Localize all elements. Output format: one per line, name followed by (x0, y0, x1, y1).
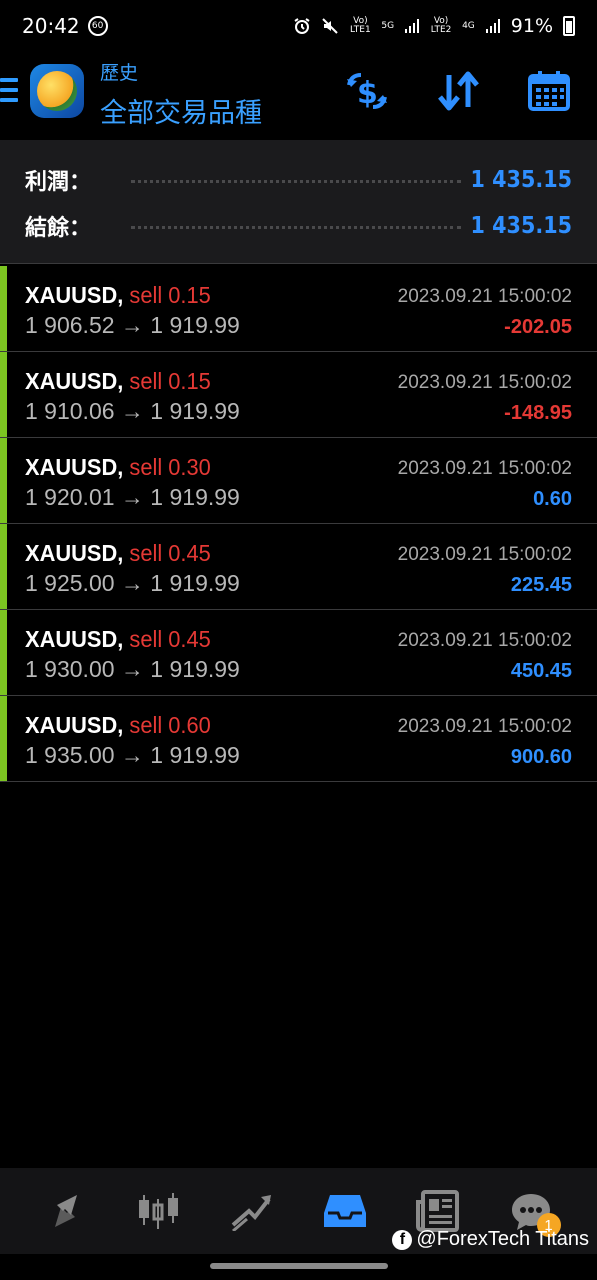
trade-row[interactable]: XAUUSD, sell 0.15 1 910.06 → 1 919.99 20… (0, 352, 597, 438)
trade-indicator-bar (0, 438, 7, 523)
trade-type: sell 0.45 (129, 626, 211, 652)
lte2-indicator: Vo) LTE2 (430, 16, 452, 35)
leader-dots (131, 223, 461, 229)
trade-row[interactable]: XAUUSD, sell 0.30 1 920.01 → 1 919.99 20… (0, 438, 597, 524)
trade-time: 2023.09.21 15:00:02 (397, 630, 572, 651)
trade-row[interactable]: XAUUSD, sell 0.45 1 925.00 → 1 919.99 20… (0, 524, 597, 610)
balance-value: 1 435.15 (470, 213, 572, 239)
history-icon[interactable] (315, 1181, 375, 1241)
balance-row: 結餘： 1 435.15 (25, 208, 572, 244)
trade-symbol: XAUUSD, sell 0.60 (25, 712, 211, 738)
app-header: 歷史 全部交易品種 $ (0, 52, 597, 140)
trade-prices: 1 906.52 → 1 919.99 (25, 312, 240, 338)
watermark: f @ForexTech Titans (392, 1228, 589, 1251)
app-logo (30, 64, 84, 118)
trade-profit: 0.60 (533, 488, 572, 510)
menu-icon[interactable] (0, 78, 18, 108)
trade-symbol: XAUUSD, sell 0.45 (25, 540, 211, 566)
trade-type: sell 0.15 (129, 282, 211, 308)
trade-prices: 1 910.06 → 1 919.99 (25, 398, 240, 424)
trade-indicator-bar (0, 610, 7, 695)
data-saver-icon: 60 (87, 16, 108, 36)
trade-profit: 225.45 (510, 574, 572, 596)
trade-indicator-bar (0, 352, 7, 437)
trade-indicator-bar (0, 266, 7, 351)
status-bar: 20:42 60 Vo) LTE1 5G Vo) LTE2 4G 91% (0, 0, 597, 52)
trade-time: 2023.09.21 15:00:02 (397, 372, 572, 393)
trade-profit: -148.95 (504, 402, 572, 424)
profit-row: 利潤： 1 435.15 (25, 162, 572, 198)
trade-profit: 900.60 (510, 746, 572, 768)
quotes-icon[interactable] (36, 1181, 96, 1241)
currency-swap-icon[interactable]: $ (344, 70, 390, 112)
home-indicator[interactable] (210, 1263, 388, 1269)
trade-prices: 1 925.00 → 1 919.99 (25, 570, 240, 596)
header-subtitle: 歷史 (100, 62, 139, 84)
trade-type: sell 0.15 (129, 368, 211, 394)
alarm-icon (294, 18, 310, 34)
signal-icon-1 (405, 19, 420, 33)
battery-icon (563, 16, 575, 36)
trade-icon[interactable] (222, 1181, 282, 1241)
trade-indicator-bar (0, 696, 7, 781)
trade-symbol: XAUUSD, sell 0.45 (25, 626, 211, 652)
summary-panel: 利潤： 1 435.15 結餘： 1 435.15 (0, 140, 597, 264)
trade-row[interactable]: XAUUSD, sell 0.15 1 906.52 → 1 919.99 20… (0, 266, 597, 352)
chart-icon[interactable] (129, 1181, 189, 1241)
signal-icon-2 (485, 19, 500, 33)
trade-profit: 450.45 (510, 660, 572, 682)
trade-row[interactable]: XAUUSD, sell 0.60 1 935.00 → 1 919.99 20… (0, 696, 597, 782)
trade-row[interactable]: XAUUSD, sell 0.45 1 930.00 → 1 919.99 20… (0, 610, 597, 696)
calendar-icon[interactable] (526, 70, 572, 112)
leader-dots (131, 177, 461, 183)
trade-type: sell 0.45 (129, 540, 211, 566)
trade-time: 2023.09.21 15:00:02 (397, 286, 572, 307)
trade-prices: 1 930.00 → 1 919.99 (25, 656, 240, 682)
sort-icon[interactable] (436, 70, 482, 112)
5g-indicator: 5G (381, 20, 395, 31)
4g-indicator: 4G (462, 20, 475, 31)
lte1-indicator: Vo) LTE1 (350, 16, 371, 35)
trade-indicator-bar (0, 524, 7, 609)
profit-value: 1 435.15 (470, 167, 572, 193)
page-title: 全部交易品種 (100, 98, 262, 129)
trade-prices: 1 935.00 → 1 919.99 (25, 742, 240, 768)
mute-icon (322, 18, 339, 34)
balance-label: 結餘： (25, 216, 92, 241)
trade-time: 2023.09.21 15:00:02 (397, 458, 572, 479)
watermark-text: @ForexTech Titans (416, 1228, 589, 1250)
trade-profit: -202.05 (504, 316, 572, 338)
trade-time: 2023.09.21 15:00:02 (397, 716, 572, 737)
profit-label: 利潤： (25, 170, 92, 195)
status-time: 20:42 (22, 14, 80, 38)
trade-list: XAUUSD, sell 0.15 1 906.52 → 1 919.99 20… (0, 266, 597, 782)
facebook-icon: f (392, 1229, 413, 1250)
trade-time: 2023.09.21 15:00:02 (397, 544, 572, 565)
battery-percent: 91% (510, 15, 553, 37)
trade-symbol: XAUUSD, sell 0.15 (25, 368, 211, 394)
trade-symbol: XAUUSD, sell 0.15 (25, 282, 211, 308)
trade-type: sell 0.60 (129, 712, 211, 738)
trade-symbol: XAUUSD, sell 0.30 (25, 454, 211, 480)
trade-type: sell 0.30 (129, 454, 211, 480)
trade-prices: 1 920.01 → 1 919.99 (25, 484, 240, 510)
header-titles[interactable]: 歷史 全部交易品種 (100, 58, 262, 130)
